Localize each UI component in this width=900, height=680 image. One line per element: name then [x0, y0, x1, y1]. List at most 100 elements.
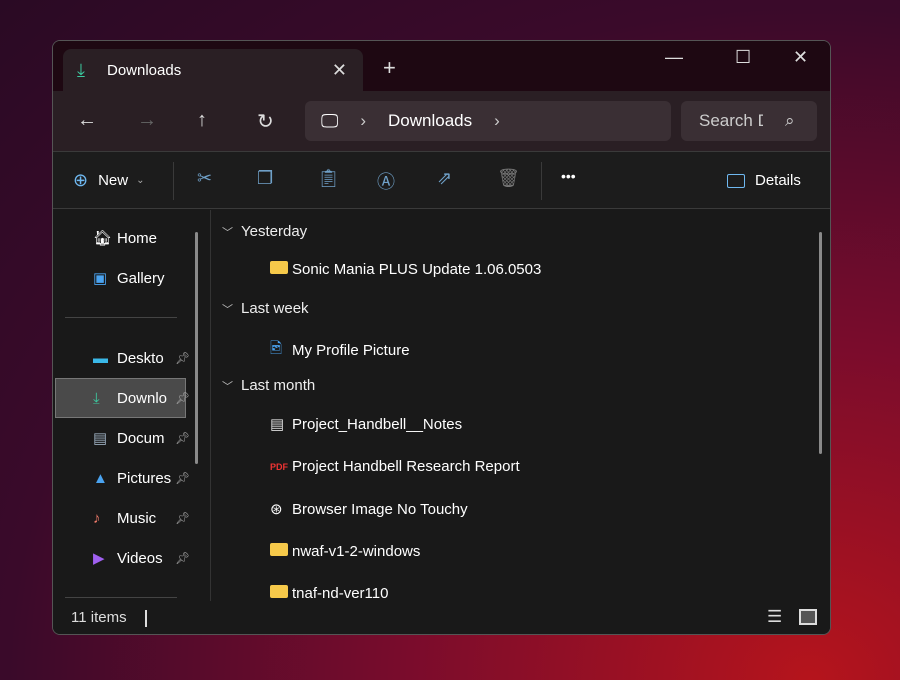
cut-icon[interactable]: ✂: [197, 168, 212, 189]
sidebar-item-pictures[interactable]: ▲ Pictures 📌︎: [93, 467, 193, 489]
sidebar-item-label: Docum: [117, 429, 165, 447]
image-file-icon: 🖻︎: [270, 340, 283, 357]
tab-title: Downloads: [107, 61, 182, 79]
sidebar-item-gallery[interactable]: ▣ Gallery: [93, 267, 193, 289]
tiles-view-icon[interactable]: [799, 609, 817, 625]
chevron-down-icon: ⌄: [136, 175, 145, 186]
folder-icon: [270, 543, 288, 556]
address-bar-area: ← → ↑ ↻ 🖵 › Downloads › Search D ⌕: [53, 91, 830, 151]
rename-icon[interactable]: Ⓐ: [377, 168, 395, 194]
up-button[interactable]: ↑: [197, 109, 207, 132]
group-header-last-month[interactable]: ﹀ Last month: [222, 377, 315, 394]
back-button[interactable]: ←: [77, 109, 97, 132]
title-bar: ⤓ Downloads ✕ + — ☐ ✕: [53, 41, 830, 91]
new-button[interactable]: ⊕ New ⌄: [73, 170, 145, 191]
details-pane-icon: [727, 173, 745, 188]
close-window-button[interactable]: ✕: [793, 47, 808, 68]
pin-icon[interactable]: 📌︎: [175, 391, 190, 405]
file-name: Sonic Mania PLUS Update 1.06.0503: [292, 261, 542, 278]
pdf-icon: PDF: [270, 461, 288, 472]
share-icon[interactable]: ⇗: [437, 168, 452, 189]
search-input[interactable]: Search D ⌕: [681, 101, 817, 141]
sidebar-item-home[interactable]: 🏠︎ Home: [93, 227, 193, 249]
divider: [65, 317, 177, 318]
sidebar-item-documents[interactable]: ▤ Docum 📌︎: [93, 427, 193, 449]
breadcrumb-downloads[interactable]: Downloads: [388, 111, 472, 131]
delete-icon[interactable]: 🗑︎: [497, 168, 520, 189]
file-list-scrollbar[interactable]: [819, 232, 822, 454]
sidebar-item-music[interactable]: ♪ Music 📌︎: [93, 507, 193, 529]
plus-circle-icon: ⊕: [73, 170, 89, 190]
pin-icon[interactable]: 📌︎: [175, 471, 190, 485]
sidebar-item-videos[interactable]: ▶ Videos 📌︎: [93, 547, 193, 569]
search-placeholder: Search D: [699, 111, 763, 130]
sidebar-item-label: Videos: [117, 549, 163, 567]
sidebar-item-label: Pictures: [117, 469, 172, 487]
chevron-right-icon[interactable]: ›: [494, 111, 500, 131]
sidebar-item-label: Gallery: [117, 269, 165, 287]
chevron-down-icon: ﹀: [222, 227, 233, 239]
group-header-yesterday[interactable]: ﹀ Yesterday: [222, 223, 307, 240]
list-item[interactable]: tnaf-nd-ver110: [270, 585, 388, 602]
list-item[interactable]: ⊛ Browser Image No Touchy: [270, 500, 468, 519]
file-list: ﹀ Yesterday Sonic Mania PLUS Update 1.06.…: [212, 210, 830, 603]
command-bar: ⊕ New ⌄ ✂ ❐ 📋︎ Ⓐ ⇗ 🗑︎ ••• Details: [53, 151, 830, 209]
divider: [144, 609, 147, 627]
details-button[interactable]: Details: [727, 172, 801, 189]
documents-icon: ▤: [93, 430, 108, 447]
list-item[interactable]: nwaf-v1-2-windows: [270, 543, 420, 560]
breadcrumb[interactable]: 🖵 › Downloads ›: [305, 101, 671, 141]
item-count: 11 items: [71, 609, 127, 626]
tab-downloads[interactable]: ⤓ Downloads ✕: [63, 49, 363, 91]
forward-button[interactable]: →: [137, 109, 157, 132]
desktop-icon: ▬: [93, 349, 108, 367]
chevron-right-icon: ›: [360, 111, 367, 130]
sidebar-item-desktop[interactable]: ▬ Deskto 📌︎: [93, 347, 193, 369]
videos-icon: ▶: [93, 550, 105, 567]
list-item[interactable]: Sonic Mania PLUS Update 1.06.0503: [270, 261, 541, 278]
pin-icon[interactable]: 📌︎: [175, 431, 190, 445]
divider: [541, 162, 542, 200]
divider: [65, 597, 177, 598]
sidebar-item-label: Deskto: [117, 349, 164, 367]
chevron-down-icon: ﹀: [222, 381, 233, 393]
search-icon: ⌕: [785, 111, 795, 130]
chevron-down-icon: ﹀: [222, 304, 233, 316]
status-bar: 11 items ☰: [53, 601, 830, 634]
list-item[interactable]: PDF Project Handbell Research Report: [270, 458, 520, 475]
list-item[interactable]: ▤ Project_Handbell__Notes: [270, 415, 462, 434]
divider: [173, 162, 174, 200]
list-item[interactable]: 🖻︎ My Profile Picture: [270, 338, 410, 363]
pictures-icon: ▲: [93, 469, 108, 487]
home-icon: 🏠︎: [93, 230, 113, 247]
more-options-button[interactable]: •••: [561, 168, 576, 184]
pin-icon[interactable]: 📌︎: [175, 551, 190, 565]
group-header-last-week[interactable]: ﹀ Last week: [222, 300, 309, 317]
paste-icon[interactable]: 📋︎: [317, 168, 340, 189]
pin-icon[interactable]: 📌︎: [175, 511, 190, 525]
sidebar-scrollbar[interactable]: [195, 232, 198, 464]
copy-icon[interactable]: ❐: [257, 168, 273, 189]
navigation-pane: 🏠︎ Home ▣ Gallery ▬ Deskto 📌︎ ⤓ Downlo 📌︎ ▤ Doc…: [53, 210, 211, 603]
sidebar-item-downloads[interactable]: ⤓ Downlo 📌︎: [93, 387, 193, 409]
minimize-button[interactable]: —: [665, 47, 683, 68]
image-icon: ⊛: [270, 501, 283, 518]
file-name: tnaf-nd-ver110: [292, 585, 389, 602]
music-icon: ♪: [93, 509, 101, 527]
download-icon: ⤓: [93, 389, 100, 407]
gallery-icon: ▣: [93, 270, 108, 287]
new-tab-button[interactable]: +: [383, 55, 396, 81]
download-icon: ⤓: [77, 59, 85, 80]
file-name: Browser Image No Touchy: [292, 500, 468, 518]
file-name: Project Handbell Research Report: [292, 458, 520, 475]
refresh-button[interactable]: ↻: [257, 109, 274, 134]
pin-icon[interactable]: 📌︎: [175, 351, 190, 365]
list-view-icon[interactable]: ☰: [767, 607, 782, 627]
text-file-icon: ▤: [270, 416, 285, 433]
maximize-button[interactable]: ☐: [735, 47, 751, 68]
group-label: Last month: [241, 377, 316, 394]
close-tab-button[interactable]: ✕: [332, 60, 347, 81]
sidebar-item-label: Downlo: [117, 389, 168, 407]
sidebar-item-label: Home: [117, 229, 158, 247]
group-label: Yesterday: [241, 223, 308, 240]
